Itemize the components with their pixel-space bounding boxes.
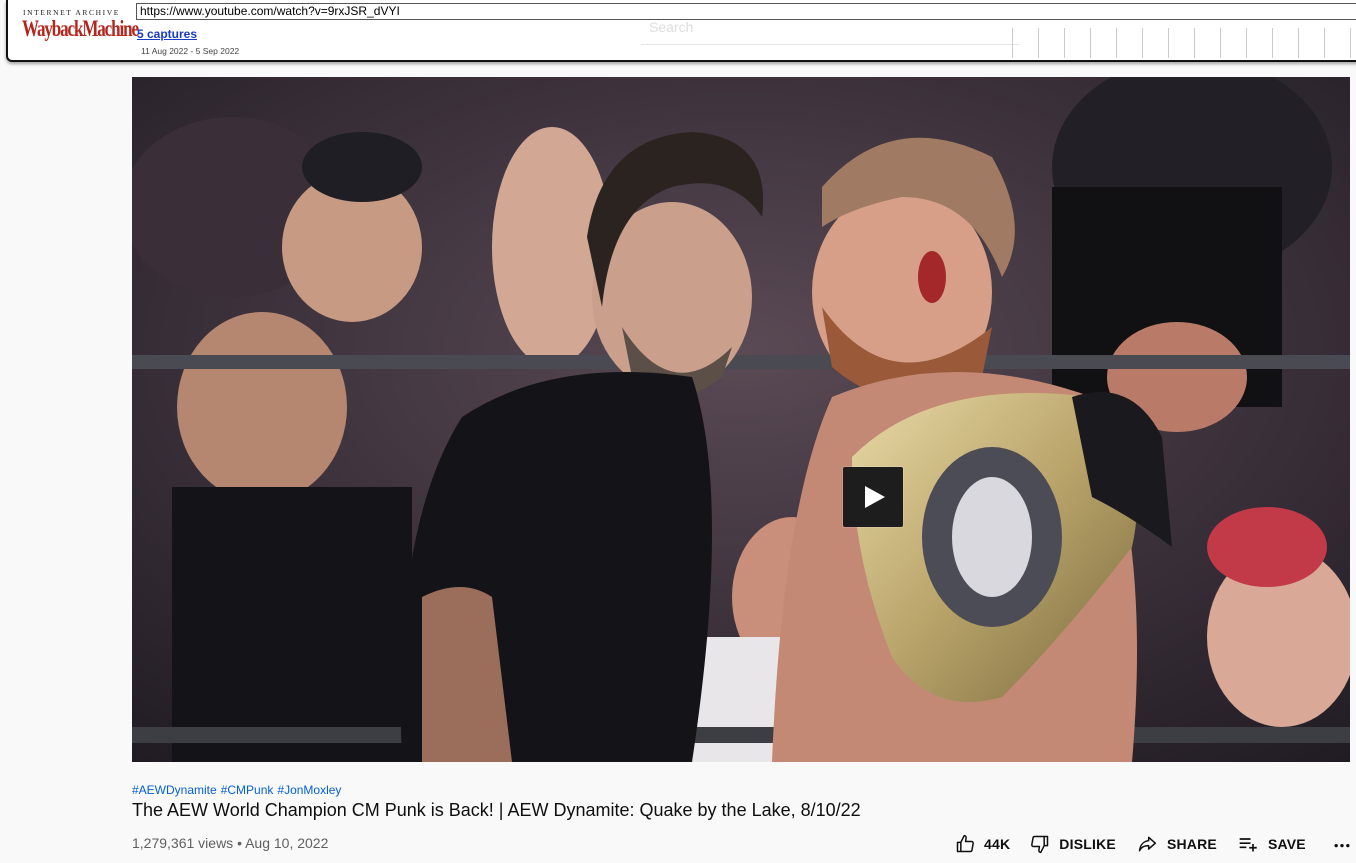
logo-main-text: WaybackMachine [22,16,139,41]
hashtag-link[interactable]: #AEWDynamite [132,783,217,797]
share-icon [1138,836,1157,852]
capture-sparkline[interactable] [1012,28,1356,60]
playlist-add-icon [1239,838,1257,852]
wayback-logo[interactable]: INTERNET ARCHIVE WaybackMachine [22,8,139,48]
dislike-label: DISLIKE [1059,836,1116,852]
play-icon [865,486,885,508]
wayback-toolbar: INTERNET ARCHIVE WaybackMachine https://… [6,0,1356,62]
like-count: 44K [984,836,1011,852]
thumb-down-icon [1031,835,1049,854]
video-player[interactable] [132,77,1350,762]
view-count-and-date: 1,279,361 views • Aug 10, 2022 [132,835,329,851]
action-bar: 44K DISLIKE SHARE SAVE [955,832,1352,856]
hashtag-link[interactable]: #CMPunk [221,783,274,797]
like-button[interactable]: 44K [955,834,1010,854]
hashtag-list: #AEWDynamite #CMPunk #JonMoxley [132,783,345,797]
more-actions-button[interactable] [1332,834,1352,854]
youtube-search-ghost: Search [641,16,1019,45]
save-label: SAVE [1267,836,1306,852]
save-button[interactable]: SAVE [1237,834,1306,854]
dislike-button[interactable]: DISLIKE [1030,834,1116,854]
video-title: The AEW World Champion CM Punk is Back! … [132,800,861,820]
video-thumbnail [132,77,1350,762]
share-label: SHARE [1166,836,1217,852]
capture-date-range: 11 Aug 2022 - 5 Sep 2022 [141,46,240,56]
play-button[interactable] [843,467,903,527]
captures-link[interactable]: 5 captures [137,27,197,41]
hashtag-link[interactable]: #JonMoxley [277,783,341,797]
more-icon [1334,844,1350,848]
thumb-up-icon [956,834,974,853]
share-button[interactable]: SHARE [1136,834,1217,854]
